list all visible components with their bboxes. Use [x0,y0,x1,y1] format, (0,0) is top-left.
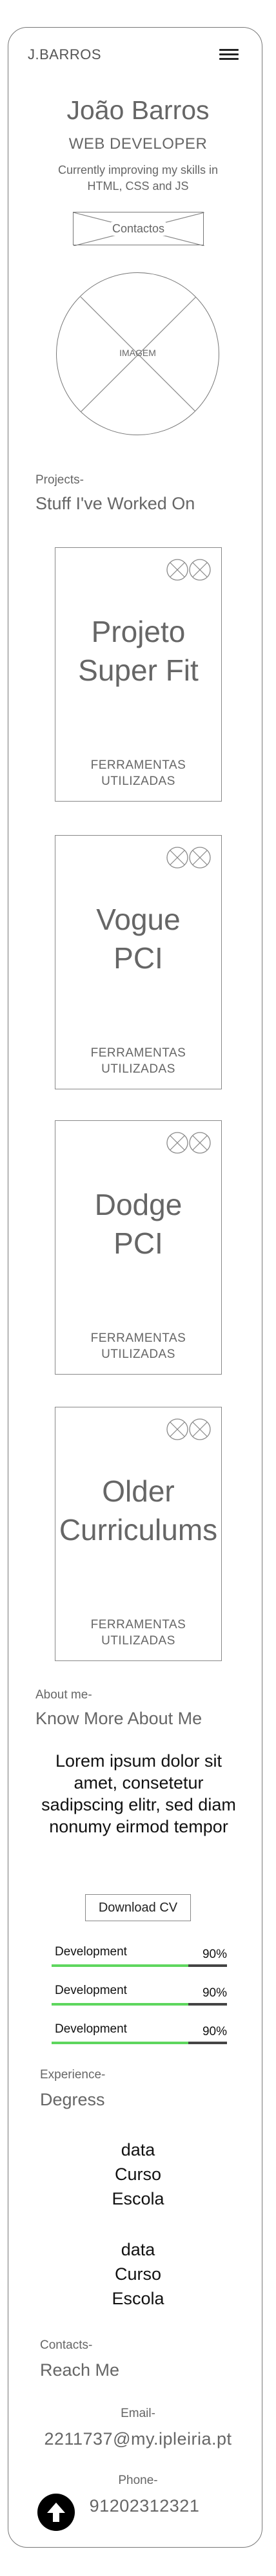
project-github-icon[interactable] [188,558,211,581]
skill-fill [52,2042,189,2044]
hero-tagline: Currently improving my skills in HTML, C… [57,164,219,193]
project-title: Projeto Super Fit [78,615,199,687]
degree-entry: data Curso Escola [0,2237,276,2311]
project-link-icon[interactable] [166,1418,188,1441]
skill-track [52,1964,227,1967]
skill-percent: 90% [202,2025,227,2038]
about-title: Know More About Me [35,1709,202,1728]
experience-label: Experience- [40,2068,106,2082]
degree-date: data [121,2240,155,2259]
skill-name: Development [55,2022,127,2036]
project-links [166,1131,211,1154]
portrait-placeholder-label: IMAGEM [119,348,156,358]
project-links [166,558,211,581]
email-link[interactable]: 2211737@my.ipleiria.pt [0,2429,276,2449]
scroll-to-top-button[interactable] [37,2494,75,2531]
project-links [166,846,211,869]
contacts-label: Contacts- [40,2338,93,2352]
arrow-up-icon [47,2503,65,2522]
skill-percent: 90% [202,1948,227,1961]
phone-label: Phone- [118,2474,158,2487]
project-link-icon[interactable] [166,1131,188,1154]
skill-bar: Development 90% [52,2022,227,2048]
skill-bar: Development 90% [52,1945,227,1971]
project-github-icon[interactable] [188,1131,211,1154]
skill-track [52,2003,227,2006]
skill-fill [52,1964,189,1967]
project-tools: FERRAMENTAS UTILIZADAS [90,1046,186,1076]
hero-role: WEB DEVELOPER [68,135,208,153]
project-card[interactable]: Dodge PCI FERRAMENTAS UTILIZADAS [55,1120,222,1375]
about-text: Lorem ipsum dolor sit amet, consetetur s… [41,1751,236,1836]
projects-label: Projects- [35,473,84,487]
degree-school: Escola [112,2289,164,2308]
project-tools: FERRAMENTAS UTILIZADAS [90,758,186,788]
hamburger-menu-icon[interactable] [219,46,239,63]
projects-title: Stuff I've Worked On [35,494,195,513]
degree-school: Escola [112,2189,164,2208]
skill-fill [52,2003,189,2006]
email-label: Email- [121,2407,155,2420]
contact-button-label: Contactos [110,221,166,236]
project-links [166,1418,211,1441]
project-title: Dodge PCI [94,1188,182,1260]
hero-name: João Barros [66,95,210,125]
download-cv-button[interactable]: Download CV [85,1894,191,1921]
project-card[interactable]: Older Curriculums FERRAMENTAS UTILIZADAS [55,1407,222,1661]
skill-name: Development [55,1984,127,1997]
project-title: Vogue PCI [96,903,181,975]
experience-title: Degress [40,2090,105,2109]
project-title: Older Curriculums [59,1474,218,1547]
project-tools: FERRAMENTAS UTILIZADAS [90,1618,186,1648]
project-github-icon[interactable] [188,846,211,869]
degree-date: data [121,2140,155,2159]
project-card[interactable]: Vogue PCI FERRAMENTAS UTILIZADAS [55,835,222,1089]
skill-name: Development [55,1945,127,1959]
portrait-placeholder: IMAGEM [56,272,219,435]
skill-percent: 90% [202,1986,227,2000]
brand-logo[interactable]: J.BARROS [28,46,101,63]
project-card[interactable]: Projeto Super Fit FERRAMENTAS UTILIZADAS [55,547,222,802]
contacts-title: Reach Me [40,2360,120,2380]
project-tools: FERRAMENTAS UTILIZADAS [90,1331,186,1361]
skill-track [52,2042,227,2044]
degree-entry: data Curso Escola [0,2138,276,2211]
contact-button[interactable]: Contactos [73,212,204,246]
about-label: About me- [35,1688,92,1702]
degree-course: Curso [114,2264,162,2284]
skill-bar: Development 90% [52,1984,227,2009]
project-github-icon[interactable] [188,1418,211,1441]
project-link-icon[interactable] [166,558,188,581]
degree-course: Curso [114,2165,162,2184]
project-link-icon[interactable] [166,846,188,869]
